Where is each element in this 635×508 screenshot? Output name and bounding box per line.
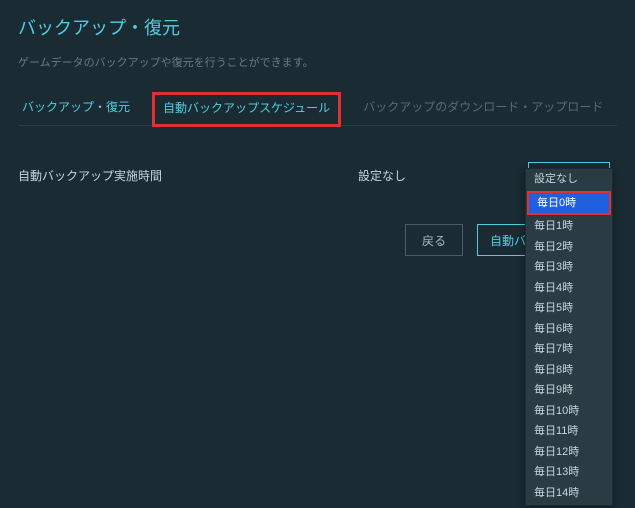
tab-backup-restore[interactable]: バックアップ・復元 [18,92,134,125]
label-backup-time: 自動バックアップ実施時間 [18,167,358,184]
label-setting-none: 設定なし [358,167,528,184]
dropdown-item[interactable]: 毎日10時 [526,401,612,422]
dropdown-item[interactable]: 毎日13時 [526,462,612,483]
dropdown-item[interactable]: 毎日4時 [526,278,612,299]
dropdown-item[interactable]: 毎日11時 [526,421,612,442]
dropdown-item[interactable]: 毎日8時 [526,360,612,381]
dropdown-item[interactable]: 毎日15時 [526,503,612,505]
page-description: ゲームデータのバックアップや復元を行うことができます。 [18,54,617,70]
dropdown-item[interactable]: 毎日2時 [526,237,612,258]
page-title: バックアップ・復元 [18,14,617,40]
tab-bar: バックアップ・復元 自動バックアップスケジュール バックアップのダウンロード・ア… [18,92,617,126]
dropdown-item[interactable]: 毎日14時 [526,483,612,504]
dropdown-item[interactable]: 毎日12時 [526,442,612,463]
dropdown-item[interactable]: 毎日9時 [526,380,612,401]
dropdown-item[interactable]: 毎日5時 [526,298,612,319]
dropdown-scroll[interactable]: 設定なし 毎日0時 毎日1時毎日2時毎日3時毎日4時毎日5時毎日6時毎日7時毎日… [526,169,612,505]
dropdown-item-0h[interactable]: 毎日0時 [527,191,611,216]
dropdown-item[interactable]: 毎日6時 [526,319,612,340]
dropdown-item[interactable]: 毎日3時 [526,257,612,278]
dropdown-item[interactable]: 毎日7時 [526,339,612,360]
dropdown-backup-time[interactable]: 設定なし 毎日0時 毎日1時毎日2時毎日3時毎日4時毎日5時毎日6時毎日7時毎日… [525,168,613,506]
dropdown-item[interactable]: 毎日1時 [526,216,612,237]
dropdown-item-none[interactable]: 設定なし [526,169,612,190]
tab-backup-download-upload[interactable]: バックアップのダウンロード・アップロード [359,92,607,125]
tab-auto-backup-schedule[interactable]: 自動バックアップスケジュール [152,92,341,127]
back-button[interactable]: 戻る [405,224,463,256]
